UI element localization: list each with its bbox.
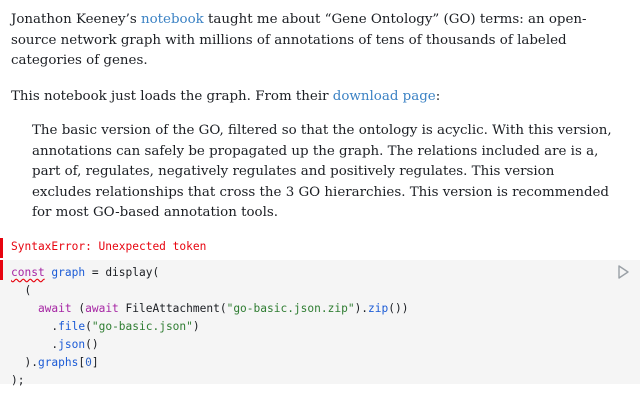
intro-paragraph: Jonathon Keeney’s notebook taught me abo… bbox=[11, 10, 623, 72]
zip-filename-string: "go-basic.json.zip" bbox=[226, 302, 355, 315]
code-cell[interactable]: const graph = display( ( await (await Fi… bbox=[0, 260, 640, 387]
await-keyword: await bbox=[85, 302, 119, 315]
display-call: = display( bbox=[85, 266, 160, 279]
download-text-end: : bbox=[435, 89, 441, 104]
code-editor[interactable]: const graph = display( ( await (await Fi… bbox=[11, 264, 408, 390]
paren: ( bbox=[71, 302, 86, 315]
punct: . bbox=[11, 320, 59, 333]
variable-name: graph bbox=[44, 266, 86, 279]
graphs-property: graphs bbox=[37, 356, 79, 369]
open-paren: ( bbox=[11, 284, 32, 297]
download-text-start: This notebook just loads the graph. From… bbox=[11, 89, 333, 104]
cell-error-indicator bbox=[0, 260, 3, 280]
punct: () bbox=[85, 338, 99, 351]
play-icon bbox=[618, 265, 629, 279]
json-method: json bbox=[58, 338, 86, 351]
code-line: .file("go-basic.json") bbox=[11, 318, 408, 336]
syntax-error-message: SyntaxError: Unexpected token bbox=[11, 240, 207, 253]
download-paragraph: This notebook just loads the graph. From… bbox=[11, 87, 623, 108]
zip-method: zip bbox=[368, 302, 389, 315]
code-line: const graph = display( bbox=[11, 264, 408, 282]
go-description-quote: The basic version of the GO, filtered so… bbox=[32, 123, 612, 220]
error-indicator-bar bbox=[0, 238, 3, 258]
punct: . bbox=[11, 338, 59, 351]
error-output: SyntaxError: Unexpected token bbox=[0, 238, 640, 258]
code-line: await (await FileAttachment("go-basic.js… bbox=[11, 300, 409, 318]
download-page-link[interactable]: download page bbox=[333, 89, 436, 104]
await-keyword: await bbox=[11, 302, 72, 315]
code-line: ); bbox=[11, 372, 408, 390]
punct: ) bbox=[192, 320, 200, 333]
code-line: ( bbox=[11, 282, 408, 300]
punct: ()) bbox=[388, 302, 409, 315]
run-cell-button[interactable] bbox=[616, 264, 630, 280]
intro-text-start: Jonathon Keeney’s bbox=[11, 12, 141, 27]
punct: ] bbox=[91, 356, 99, 369]
punct: ). bbox=[354, 302, 369, 315]
punct: ); bbox=[11, 374, 25, 387]
punct: ( bbox=[85, 320, 92, 333]
file-attachment-call: FileAttachment( bbox=[118, 302, 227, 315]
file-method: file bbox=[58, 320, 86, 333]
punct: ). bbox=[11, 356, 38, 369]
code-line: ).graphs[0] bbox=[11, 354, 408, 372]
code-line: .json() bbox=[11, 336, 408, 354]
index-number: 0 bbox=[85, 356, 92, 369]
notebook-link[interactable]: notebook bbox=[141, 12, 204, 27]
json-filename-string: "go-basic.json" bbox=[91, 320, 193, 333]
const-keyword: const bbox=[11, 266, 45, 279]
